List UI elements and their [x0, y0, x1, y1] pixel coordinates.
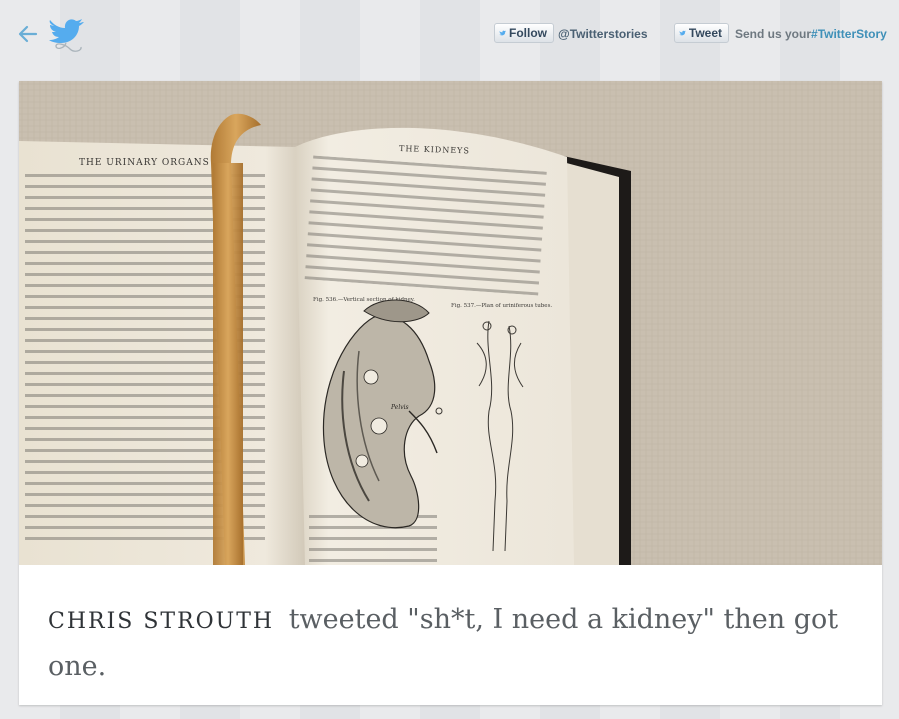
hashtag-link[interactable]: #TwitterStory: [811, 27, 887, 41]
tweet-label: Tweet: [688, 26, 722, 40]
book-left-heading: THE URINARY ORGANS: [79, 158, 210, 168]
send-prefix: Send us your: [735, 27, 812, 41]
twitter-bird-icon: [679, 30, 686, 36]
top-bar: Follow @Twitterstories Tweet Send us you…: [0, 0, 899, 80]
twitter-bird-icon: [499, 30, 506, 36]
twitter-bird-icon[interactable]: [44, 14, 88, 56]
book-illustration: THE URINARY ORGANS THE KIDNEYS Fig. 536.…: [19, 81, 882, 565]
figure-right-caption: Fig. 537.—Plan of uriniferous tubes.: [451, 303, 552, 309]
tweet-button[interactable]: Tweet: [674, 23, 729, 43]
story-author[interactable]: CHRIS STROUTH: [48, 609, 274, 634]
send-story-text: Send us your#TwitterStory: [735, 27, 887, 41]
twitter-handle-link[interactable]: @Twitterstories: [558, 27, 648, 41]
figure-label-pelvis: Pelvis: [390, 404, 409, 411]
story-card: THE URINARY ORGANS THE KIDNEYS Fig. 536.…: [19, 81, 882, 705]
story-caption: CHRIS STROUTH tweeted "sh*t, I need a ki…: [48, 597, 848, 689]
follow-button[interactable]: Follow: [494, 23, 554, 43]
back-arrow-icon[interactable]: [16, 22, 40, 46]
follow-label: Follow: [509, 26, 547, 40]
story-photo: THE URINARY ORGANS THE KIDNEYS Fig. 536.…: [19, 81, 882, 565]
